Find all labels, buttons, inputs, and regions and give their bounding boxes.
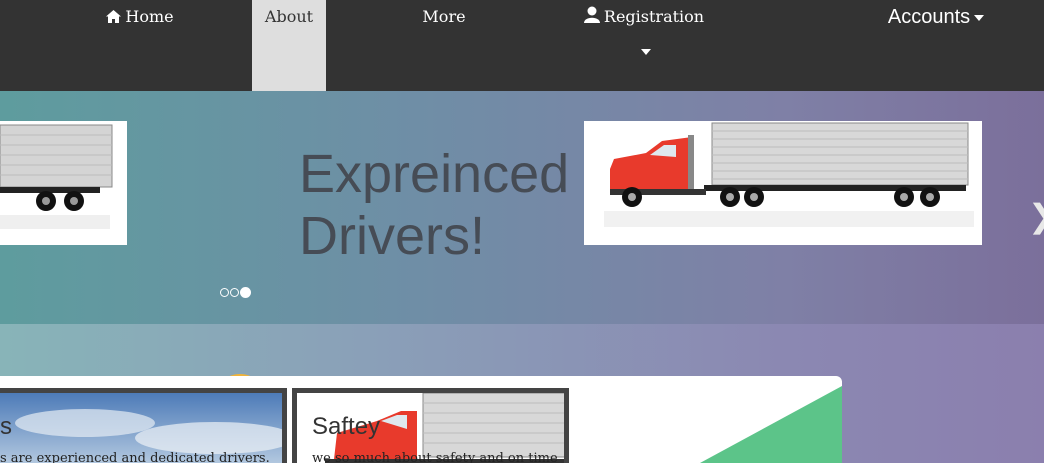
hero-title-line2: Drivers! — [299, 206, 485, 266]
hero-carousel: Expreinced Drivers! ❯ — [0, 91, 1044, 324]
hero-title-line1: Expreinced — [299, 144, 570, 204]
nav-accounts[interactable]: Accounts — [876, 0, 996, 91]
nav-about-label: About — [264, 7, 314, 26]
green-accent-shape — [700, 386, 842, 463]
carousel-indicators — [220, 282, 252, 298]
truck-image-partial — [0, 121, 127, 245]
chevron-down-icon — [641, 49, 651, 55]
safety-card[interactable]: Saftey we so much about safety and on ti… — [292, 388, 569, 463]
nav-more[interactable]: More — [404, 0, 484, 91]
nav-about[interactable]: About — [252, 0, 326, 91]
home-icon — [106, 1, 122, 35]
card-title: s — [0, 413, 12, 440]
card-text: s are experienced and dedicated drivers. — [0, 451, 270, 463]
nav-home-label: Home — [125, 7, 174, 26]
hero-title: Expreinced Drivers! — [299, 143, 569, 267]
truck-image — [584, 121, 982, 245]
top-navbar: Home About More Registration Accounts — [0, 0, 1044, 91]
nav-more-label: More — [422, 7, 466, 26]
carousel-dot-1[interactable] — [220, 288, 229, 297]
card-text: we so much about safety and on time — [312, 451, 558, 463]
nav-registration-label: Registration — [603, 7, 705, 26]
card-title: Saftey — [312, 413, 381, 440]
nav-home[interactable]: Home — [100, 0, 180, 91]
carousel-dot-2[interactable] — [230, 288, 239, 297]
nav-accounts-label: Accounts — [887, 6, 971, 28]
nav-registration[interactable]: Registration — [578, 0, 710, 91]
drivers-card[interactable]: s s are experienced and dedicated driver… — [0, 388, 287, 463]
carousel-dot-3[interactable] — [240, 287, 251, 298]
carousel-next-icon[interactable]: ❯ — [1028, 197, 1044, 235]
chevron-down-icon — [974, 14, 985, 21]
user-icon — [583, 1, 600, 35]
